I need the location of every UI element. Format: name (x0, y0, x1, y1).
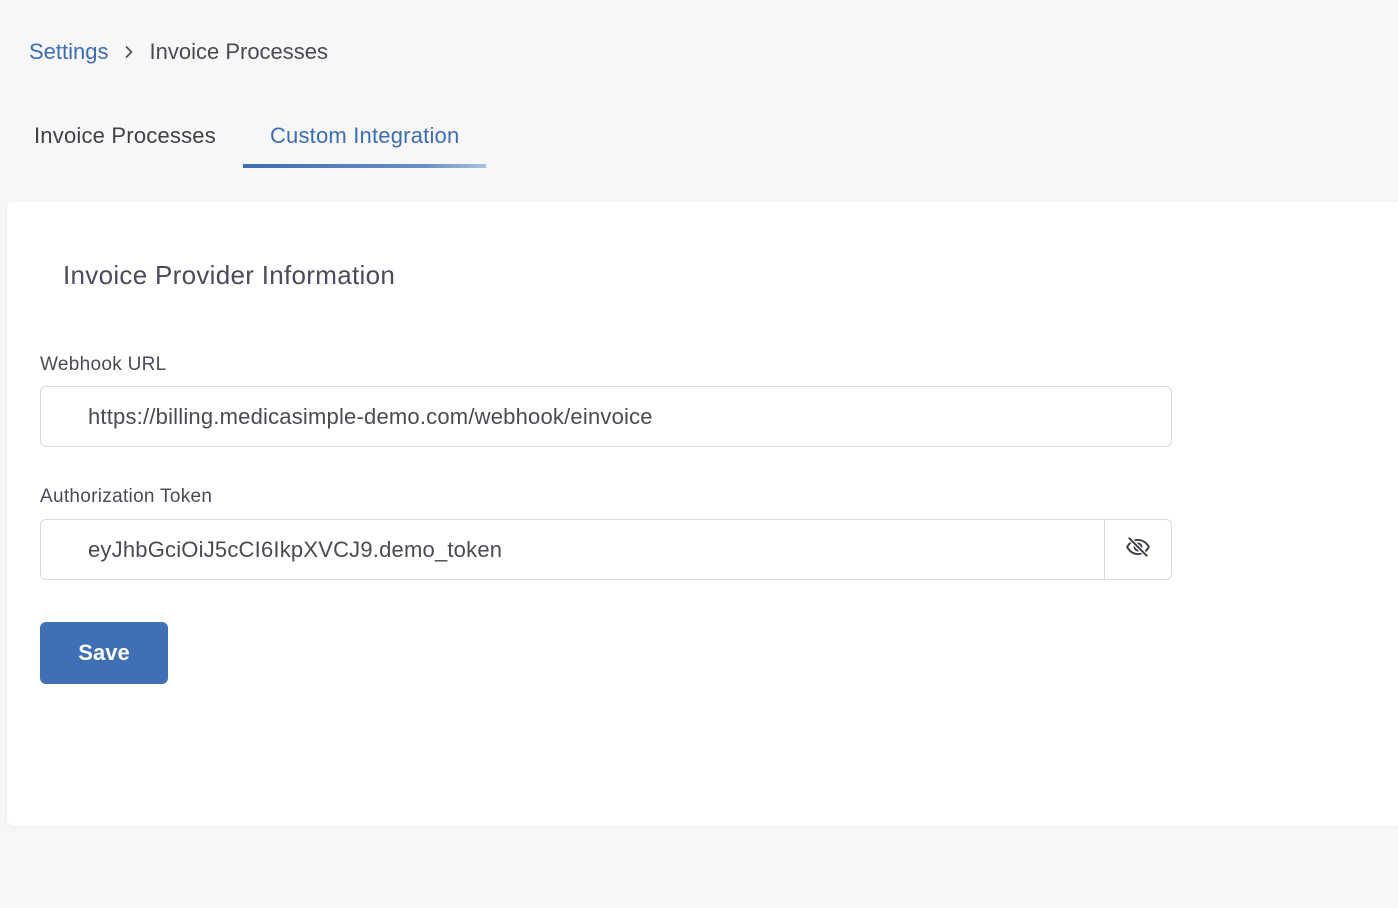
breadcrumb-current: Invoice Processes (149, 39, 329, 64)
chevron-right-icon (109, 45, 150, 59)
webhook-url-field[interactable]: https://billing.medicasimple-demo.com/we… (40, 386, 1172, 447)
page: Settings Invoice Processes Invoice Proce… (0, 0, 1398, 908)
save-button[interactable]: Save (40, 622, 168, 684)
tab-invoice-processes[interactable]: Invoice Processes (7, 110, 243, 168)
authorization-token-value: eyJhbGciOiJ5cCI6IkpXVCJ9.demo_token (88, 536, 503, 562)
webhook-url-value: https://billing.medicasimple-demo.com/we… (88, 403, 653, 429)
card-title: Invoice Provider Information (63, 260, 396, 290)
invoice-provider-card: Invoice Provider Information Webhook URL… (7, 202, 1398, 826)
breadcrumb: Settings Invoice Processes (29, 37, 328, 67)
webhook-url-label: Webhook URL (40, 354, 167, 375)
authorization-token-label: Authorization Token (40, 486, 213, 507)
toggle-token-visibility-button[interactable] (1104, 520, 1171, 579)
tab-bar: Invoice Processes Custom Integration (7, 110, 487, 168)
authorization-token-field[interactable]: eyJhbGciOiJ5cCI6IkpXVCJ9.demo_token (40, 519, 1172, 580)
eye-off-icon (1125, 534, 1151, 565)
breadcrumb-settings-link[interactable]: Settings (29, 39, 109, 65)
tab-custom-integration[interactable]: Custom Integration (242, 110, 487, 168)
